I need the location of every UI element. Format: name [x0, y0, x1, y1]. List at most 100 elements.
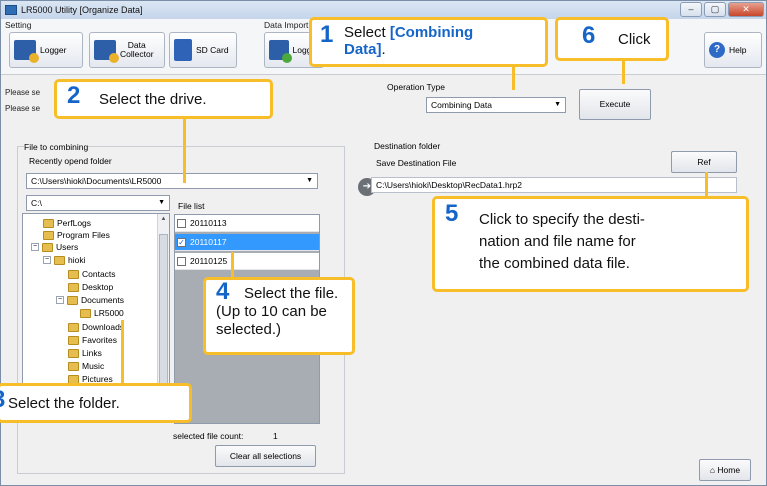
execute-button[interactable]: Execute [579, 89, 651, 120]
file-item-selected[interactable]: ✓ 20110117 [175, 234, 319, 251]
folder-icon [54, 255, 65, 265]
help-button[interactable]: ? Help [704, 32, 762, 68]
callout-6: 6 Click [555, 17, 669, 61]
data-collector-button[interactable]: Data Collector [89, 32, 165, 68]
recent-folder-value: C:\Users\hioki\Documents\LR5000 [31, 176, 162, 186]
import-logger-icon [269, 40, 292, 63]
file-checkbox-checked[interactable]: ✓ [177, 237, 186, 247]
folder-icon [68, 348, 79, 358]
tree-item[interactable]: − Users [31, 242, 78, 252]
tree-item[interactable]: Desktop [68, 282, 113, 292]
callout-5: 5 Click to specify the desti- nation and… [432, 196, 749, 292]
callout-text: Select the drive. [99, 91, 207, 108]
file-list-label: File list [178, 201, 205, 211]
callout-text: selected.) [216, 321, 282, 338]
folder-icon [42, 242, 53, 252]
minimize-button[interactable]: – [680, 2, 702, 17]
folder-icon [68, 269, 79, 279]
home-icon: ⌂ [709, 465, 716, 475]
operation-type-label: Operation Type [387, 82, 445, 92]
destination-folder-label: Destination folder [374, 141, 441, 151]
file-checkbox[interactable] [177, 218, 186, 228]
callout-4: 4 Select the file. (Up to 10 can be sele… [203, 277, 355, 355]
tree-item[interactable]: − Documents [56, 295, 124, 305]
callout-number: 1 [320, 21, 334, 48]
callout-2: 2 Select the drive. [54, 79, 273, 119]
tree-item[interactable]: Contacts [68, 269, 116, 279]
callout-text: Select [344, 24, 390, 41]
operation-type-select[interactable]: Combining Data ▼ [426, 97, 566, 113]
chevron-down-icon: ▼ [158, 199, 165, 206]
tree-item[interactable]: Links [68, 348, 102, 358]
selected-count-label: selected file count: [173, 431, 244, 441]
file-item[interactable]: 20110125 [175, 253, 319, 270]
drive-select[interactable]: C:\ ▼ [26, 195, 170, 211]
instruction-messages: Please se Please se [5, 85, 40, 117]
app-icon [5, 5, 17, 15]
callout-number: 5 [445, 200, 459, 227]
callout-text: . [381, 41, 386, 58]
callout-highlight: Data] [344, 41, 382, 58]
tree-item-selected[interactable]: LR5000 [80, 308, 124, 318]
folder-icon [43, 218, 54, 228]
clear-selections-button[interactable]: Clear all selections [215, 445, 316, 467]
help-label: Help [729, 45, 747, 55]
callout-4-leader [231, 252, 234, 280]
tree-item[interactable]: − hioki [43, 255, 85, 265]
callout-1-leader [512, 66, 515, 90]
data-import-group-label: Data Import [264, 20, 309, 30]
file-item[interactable]: 20110113 [175, 215, 319, 232]
callout-text: (Up to 10 can be [216, 303, 327, 320]
tree-item[interactable]: Program Files [43, 230, 110, 240]
collapse-icon[interactable]: − [43, 256, 51, 264]
recent-folder-label: Recently opend folder [29, 156, 112, 166]
callout-number: 6 [582, 22, 596, 49]
destination-path-field[interactable]: C:\Users\hioki\Desktop\RecData1.hrp2 [371, 177, 737, 193]
callout-3-leader [121, 320, 124, 385]
callout-text: Click to specify the desti- [479, 211, 645, 228]
operation-type-value: Combining Data [431, 100, 492, 110]
folder-icon [68, 282, 79, 292]
scroll-up-icon[interactable]: ▲ [158, 214, 169, 225]
callout-number: 3 [0, 388, 5, 412]
logger-setting-button[interactable]: Logger [9, 32, 83, 68]
callout-text: Select the folder. [8, 395, 120, 412]
sd-card-button[interactable]: SD Card [169, 32, 237, 68]
folder-icon [68, 322, 79, 332]
save-destination-label: Save Destination File [376, 158, 457, 168]
folder-icon [43, 230, 54, 240]
message-line: Please se [5, 104, 41, 113]
tree-item[interactable]: Music [68, 361, 104, 371]
file-checkbox[interactable] [177, 256, 186, 266]
tree-item[interactable]: PerfLogs [43, 218, 91, 228]
sd-card-label: SD Card [196, 45, 229, 55]
operation-type-group: Operation Type Combining Data ▼ Execute [378, 80, 651, 132]
callout-text: Select the file. [244, 285, 339, 302]
scroll-thumb[interactable] [159, 234, 168, 389]
selected-count-value: 1 [273, 431, 278, 441]
folder-icon [67, 295, 78, 305]
ref-button[interactable]: Ref [671, 151, 737, 173]
collapse-icon[interactable]: − [31, 243, 39, 251]
maximize-button[interactable]: ▢ [704, 2, 726, 17]
folder-icon [80, 308, 91, 318]
recent-folder-select[interactable]: C:\Users\hioki\Documents\LR5000 ▼ [26, 173, 318, 189]
tree-item[interactable]: Downloads [68, 322, 124, 332]
collapse-icon[interactable]: − [56, 296, 64, 304]
tree-item[interactable]: Favorites [68, 335, 117, 345]
data-collector-icon [94, 40, 119, 63]
callout-highlight: [Combining [389, 24, 474, 41]
home-button[interactable]: ⌂ Home [699, 459, 751, 481]
window-title: LR5000 Utility [Organize Data] [21, 5, 143, 15]
callout-text: Click [618, 31, 651, 48]
close-button[interactable]: ✕ [728, 2, 764, 17]
message-line: Please se [5, 88, 41, 97]
callout-1: 1 Select [Combining Data]. [309, 17, 548, 67]
callout-text: nation and file name for [479, 233, 636, 250]
sd-card-icon [174, 39, 192, 61]
chevron-down-icon: ▼ [306, 177, 313, 184]
folder-icon [68, 361, 79, 371]
drive-value: C:\ [31, 198, 42, 208]
callout-5-leader [705, 172, 708, 198]
callout-number: 4 [216, 278, 230, 305]
